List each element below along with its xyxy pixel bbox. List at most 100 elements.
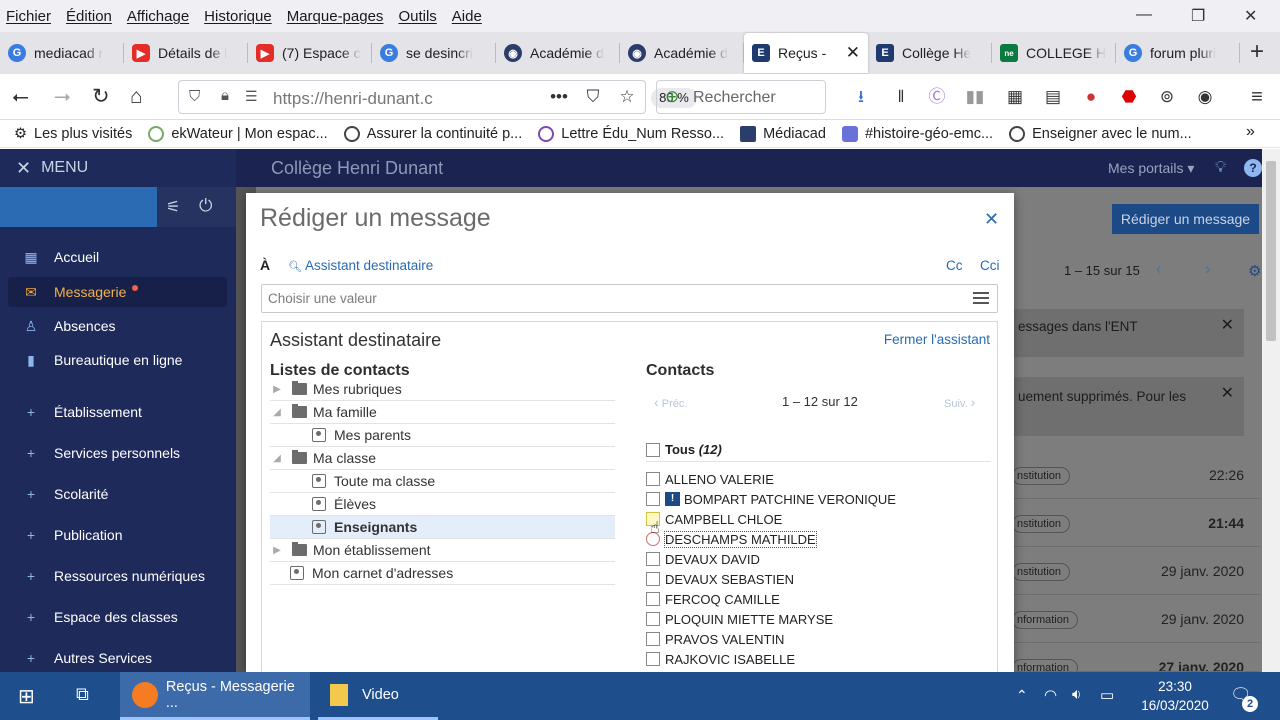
bookmark-star-icon[interactable]: ☆	[616, 86, 638, 108]
contact-row[interactable]: FERCOQ CAMILLE	[646, 589, 991, 609]
message-row[interactable]: nstitution 22:26	[1012, 453, 1260, 499]
sidebar-item-scolarite[interactable]: + Scolarité	[8, 479, 227, 509]
close-window-icon[interactable]: ✕	[1244, 6, 1257, 26]
sidebar-item-ressources[interactable]: + Ressources numériques	[8, 561, 227, 591]
menu-affichage[interactable]: Affichage	[127, 8, 189, 25]
sidebar-item-messagerie[interactable]: ✉ Messagerie	[8, 277, 227, 307]
settings-icon[interactable]: ⚙	[1248, 262, 1261, 280]
recipient-assistant-link[interactable]: 🔍︎ Assistant destinataire	[288, 258, 433, 273]
sidebar-icon[interactable]: ▤	[1042, 86, 1064, 108]
tree-item-toute-ma-classe[interactable]: Toute ma classe	[270, 470, 615, 493]
contact-row[interactable]: DEVAUX DAVID	[646, 549, 991, 569]
restore-icon[interactable]: ❐	[1191, 6, 1205, 26]
volume-icon[interactable]: 🔉︎	[1072, 686, 1081, 703]
tab[interactable]: ▶ Détails de l	[124, 33, 248, 73]
close-alert-icon[interactable]: ✕	[1221, 383, 1234, 403]
task-view-icon[interactable]: ⧉	[76, 684, 89, 705]
portals-menu[interactable]: Mes portails ▾	[1108, 160, 1194, 177]
back-icon[interactable]: ⭠	[12, 85, 29, 109]
collapse-icon[interactable]: ◢	[270, 407, 284, 418]
menu-aide[interactable]: Aide	[452, 8, 482, 25]
menu-toggle[interactable]: ✕ MENU	[0, 149, 236, 187]
tree-item-ma-classe[interactable]: ◢ Ma classe	[270, 447, 615, 470]
menu-edition[interactable]: Édition	[66, 8, 112, 25]
bookmark[interactable]: #histoire-géo-emc...	[841, 125, 993, 142]
sidebar-item-absences[interactable]: ♙ Absences	[8, 311, 227, 341]
contact-row[interactable]: CAMPBELL CHLOE	[646, 509, 991, 529]
sidebar-item-accueil[interactable]: ▦ Accueil	[8, 242, 227, 272]
contact-row[interactable]: PLOQUIN MIETTE MARYSE	[646, 609, 991, 629]
minimize-icon[interactable]: —	[1136, 6, 1152, 24]
page-actions-icon[interactable]: •••	[548, 86, 570, 108]
scrollbar-thumb[interactable]	[1266, 161, 1276, 341]
cci-link[interactable]: Cci	[980, 258, 1000, 273]
sync-icon[interactable]: ⊚	[1156, 86, 1178, 108]
contact-row[interactable]: PRAVOS VALENTIN	[646, 629, 991, 649]
tab[interactable]: ne COLLEGE H	[992, 33, 1116, 73]
cc-link[interactable]: Cc	[946, 258, 963, 273]
close-assistant-link[interactable]: Fermer l'assistant	[884, 332, 990, 347]
tree-item-mes-rubriques[interactable]: ▶ Mes rubriques	[270, 378, 615, 401]
contact-checkbox[interactable]	[646, 552, 660, 566]
select-all-checkbox[interactable]	[646, 442, 660, 457]
windows-start-icon[interactable]: ⊞	[18, 684, 35, 709]
shield-icon[interactable]: ⛉	[189, 88, 200, 105]
message-row[interactable]: nstitution 29 janv. 2020	[1012, 549, 1260, 595]
previous-page-button[interactable]: ‹ Préc.	[654, 394, 687, 410]
taskbar-video[interactable]: Video	[318, 672, 438, 720]
qr-code-icon[interactable]: ▦	[1004, 86, 1026, 108]
help-icon[interactable]: ?	[1244, 159, 1262, 177]
taskbar-firefox[interactable]: Reçus - Messagerie ...	[120, 672, 310, 720]
contact-checkbox[interactable]	[646, 612, 660, 626]
expand-icon[interactable]: ▶	[270, 545, 284, 556]
adblock-icon[interactable]: ⬣	[1118, 86, 1140, 108]
contact-checkbox[interactable]	[646, 472, 660, 486]
user-profile[interactable]	[0, 187, 157, 227]
message-row[interactable]: nformation 27 janv. 2020	[1012, 645, 1260, 672]
site-title[interactable]: Collège Henri Dunant	[271, 158, 443, 179]
home-icon[interactable]: ⌂	[130, 85, 143, 109]
download-icon[interactable]: ⭳	[850, 86, 872, 108]
wifi-icon[interactable]: ◠	[1044, 686, 1057, 704]
previous-page-icon[interactable]: ‹	[1156, 259, 1162, 279]
library-icon[interactable]: 𝍪	[890, 86, 912, 108]
sidebar-item-services-personnels[interactable]: + Services personnels	[8, 438, 227, 468]
menu-marque-pages[interactable]: Marque-pages	[287, 8, 384, 25]
contact-row[interactable]: DESCHAMPS MATHILDE	[646, 529, 991, 549]
lock-icon[interactable]: 🔒︎	[221, 87, 229, 104]
tab-active[interactable]: E Reçus - ✕	[744, 33, 868, 73]
tree-item-ma-famille[interactable]: ◢ Ma famille	[270, 401, 615, 424]
bookmark[interactable]: Médiacad	[740, 125, 826, 142]
tab[interactable]: ◉ Académie d	[620, 33, 744, 73]
hamburger-menu-icon[interactable]: ≡	[1246, 86, 1268, 108]
more-bookmarks-icon[interactable]: »	[1246, 123, 1255, 141]
reader-icon[interactable]: ▮▮	[964, 86, 986, 108]
tree-item-enseignants[interactable]: Enseignants	[270, 516, 615, 539]
page-scrollbar[interactable]	[1262, 149, 1280, 672]
bookmark[interactable]: Enseigner avec le num...	[1009, 125, 1192, 142]
recipient-input[interactable]: Choisir une valeur	[261, 284, 998, 313]
extension-icon[interactable]: Ⓒ	[926, 86, 948, 108]
sidebar-item-espace-classes[interactable]: + Espace des classes	[8, 602, 227, 632]
contact-checkbox[interactable]	[646, 632, 660, 646]
menu-historique[interactable]: Historique	[204, 8, 272, 25]
tab[interactable]: Gmediacad r	[0, 33, 124, 73]
pocket-icon[interactable]: ⛉	[582, 86, 604, 108]
contact-row[interactable]: ALLENO VALERIE	[646, 469, 991, 489]
sidebar-item-bureautique[interactable]: ▮ Bureautique en ligne	[8, 345, 227, 375]
tab[interactable]: Gforum pluri	[1116, 33, 1240, 73]
close-tab-icon[interactable]: ✕	[846, 43, 860, 63]
sidebar-item-etablissement[interactable]: + Établissement	[8, 397, 227, 427]
next-page-icon[interactable]: ›	[1205, 259, 1211, 279]
contact-checkbox[interactable]	[646, 652, 660, 666]
close-alert-icon[interactable]: ✕	[1221, 315, 1234, 335]
tree-item-eleves[interactable]: Élèves	[270, 493, 615, 516]
lightbulb-icon[interactable]: 💡︎	[1215, 159, 1226, 177]
new-tab-icon[interactable]: +	[1250, 38, 1264, 66]
expand-icon[interactable]: ▶	[270, 384, 284, 395]
bookmark[interactable]: ⚙ Les plus visités	[14, 126, 132, 142]
forward-icon[interactable]: ⭢	[54, 85, 71, 109]
tree-item-carnet-adresses[interactable]: Mon carnet d'adresses	[270, 562, 615, 585]
list-menu-icon[interactable]	[973, 292, 989, 304]
system-clock[interactable]: 23:30 16/03/2020	[1130, 677, 1220, 715]
